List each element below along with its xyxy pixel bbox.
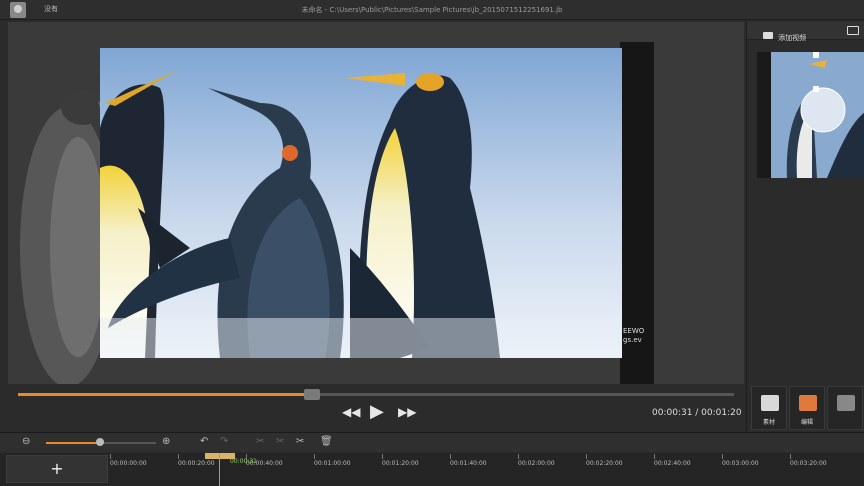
title-bar: 没有 未命名 - C:\Users\Public\Pictures\Sample…: [0, 0, 864, 20]
ruler-tick: 00:00:20:00: [178, 454, 215, 467]
ruler-tick: 00:02:40:00: [654, 454, 691, 467]
preview-canvas[interactable]: EEWO gs.ev ⌄: [8, 22, 744, 384]
ruler-tick: 00:00:00:00: [110, 454, 147, 467]
tool-material-button[interactable]: 素材: [751, 386, 787, 430]
seek-handle[interactable]: [303, 389, 320, 400]
ruler-tick: 00:03:20:00: [790, 454, 827, 467]
playhead-time-label: 00:00:31: [230, 458, 257, 465]
watermark-line-1: EEWO: [623, 327, 645, 335]
zoom-slider-fill: [46, 442, 100, 444]
tab-add-video-label: 添加视频: [778, 34, 807, 42]
redo-icon[interactable]: ↷: [220, 436, 228, 447]
transport-bar: ◀◀ ▶ ▶▶ 00:00:31 / 00:01:20: [8, 386, 744, 430]
ruler-tick: 00:01:00:00: [314, 454, 351, 467]
ruler-tick: 00:01:20:00: [382, 454, 419, 467]
right-panel: 添加视频 素材 编辑: [746, 22, 864, 432]
tool-row: 素材 编辑: [747, 382, 864, 432]
seek-bar-progress: [18, 393, 312, 396]
timeline-toolbar: ⊖ ⊕ ↶ ↷ ✂ ✂ ✂ 🗑: [0, 432, 864, 452]
edit-icon: [799, 395, 817, 411]
zoom-slider-handle[interactable]: [96, 438, 104, 446]
clip-thumbnail[interactable]: [757, 52, 864, 178]
tab-folder[interactable]: [847, 26, 859, 35]
panel-tabs: 添加视频: [747, 22, 864, 42]
preview-image: [100, 48, 622, 358]
split-icon[interactable]: ✂: [256, 436, 264, 447]
seek-bar[interactable]: [18, 389, 734, 400]
tool-edit-label: 编辑: [800, 419, 813, 426]
tool-crop-button[interactable]: [827, 386, 863, 430]
watermark-line-2: gs.ev: [623, 336, 642, 344]
video-camera-icon: [763, 32, 773, 39]
timeline-ruler[interactable]: + 00:00:00:00 00:00:20:00 00:00:40:00 00…: [0, 453, 864, 486]
ruler-tick: 00:01:40:00: [450, 454, 487, 467]
crop-handle-middle[interactable]: [813, 86, 819, 92]
ruler-tick: 00:03:00:00: [722, 454, 759, 467]
crop-icon: [837, 395, 855, 411]
crop-handle-top[interactable]: [813, 52, 819, 58]
zoom-in-icon[interactable]: ⊕: [162, 436, 170, 447]
window-title: 未命名 - C:\Users\Public\Pictures\Sample Pi…: [301, 6, 563, 14]
ruler-tick: 00:02:20:00: [586, 454, 623, 467]
camera-icon: [761, 395, 779, 411]
fast-rewind-icon[interactable]: ◀◀: [342, 405, 360, 419]
playhead[interactable]: [219, 453, 220, 486]
cut-icon[interactable]: ✂: [296, 436, 304, 447]
zoom-slider-track[interactable]: [100, 442, 156, 444]
ruler-tick: 00:02:00:00: [518, 454, 555, 467]
delete-icon[interactable]: 🗑: [320, 436, 333, 447]
split-alt-icon[interactable]: ✂: [276, 436, 284, 447]
fast-forward-icon[interactable]: ▶▶: [398, 405, 416, 419]
play-icon[interactable]: ▶: [370, 401, 384, 422]
timecode: 00:00:31 / 00:01:20: [652, 408, 742, 418]
undo-icon[interactable]: ↶: [200, 436, 208, 447]
add-track-button[interactable]: +: [6, 455, 108, 483]
tool-material-label: 素材: [762, 419, 775, 426]
tool-edit-button[interactable]: 编辑: [789, 386, 825, 430]
plus-icon: +: [50, 459, 64, 478]
zoom-out-icon[interactable]: ⊖: [22, 436, 30, 447]
preview-watermark: EEWO gs.ev: [623, 327, 644, 345]
tab-add-video[interactable]: 添加视频: [763, 25, 806, 44]
